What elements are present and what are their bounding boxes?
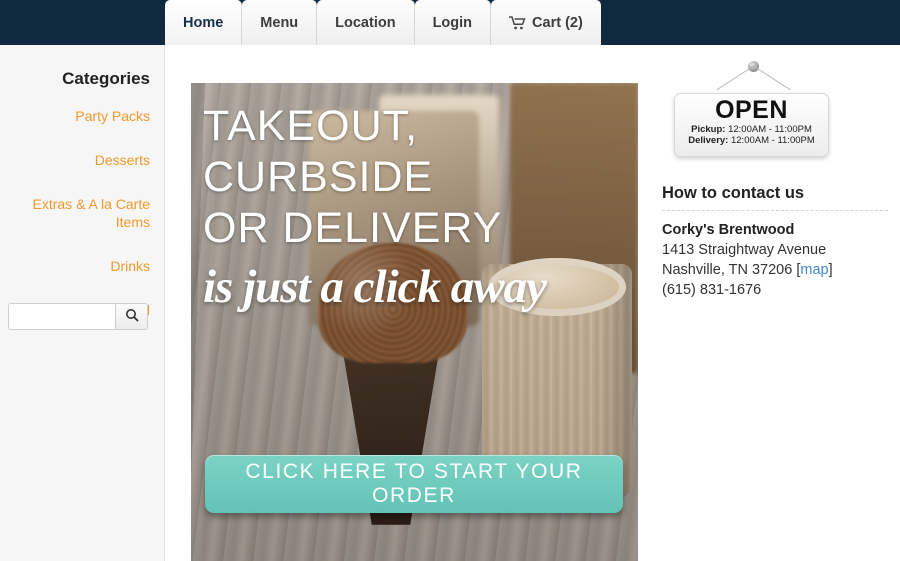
banner-script-line: is just a click away bbox=[203, 261, 547, 313]
page-root: Home Menu Location Login Cart (2) Catego… bbox=[0, 0, 900, 561]
search-icon bbox=[125, 308, 139, 325]
map-bracket-close: ] bbox=[828, 262, 833, 278]
nav-tab-login-label: Login bbox=[432, 14, 473, 31]
search-button[interactable] bbox=[115, 303, 148, 330]
search-form bbox=[8, 303, 148, 330]
info-sidebar: OPEN Pickup: 12:00AM - 11:00PM Delivery:… bbox=[650, 45, 900, 561]
contact-divider bbox=[662, 210, 888, 211]
category-sidebar: Categories Party Packs Desserts Extras &… bbox=[0, 45, 165, 561]
pickup-hours-row: Pickup: 12:00AM - 11:00PM bbox=[675, 124, 828, 135]
business-name: Corky's Brentwood bbox=[662, 222, 795, 238]
cart-icon bbox=[509, 15, 526, 30]
delivery-hours-row: Delivery: 12:00AM - 11:00PM bbox=[675, 135, 828, 146]
pickup-label: Pickup: bbox=[691, 124, 726, 135]
nav-tab-menu-label: Menu bbox=[260, 14, 299, 31]
delivery-label: Delivery: bbox=[688, 135, 729, 146]
nav-tab-location-label: Location bbox=[335, 14, 396, 31]
sidebar-item-drinks[interactable]: Drinks bbox=[8, 257, 150, 275]
sign-string-left bbox=[716, 65, 754, 91]
sidebar-item-desserts[interactable]: Desserts bbox=[8, 151, 150, 169]
search-input[interactable] bbox=[8, 303, 115, 330]
main-navigation: Home Menu Location Login Cart (2) bbox=[165, 0, 601, 45]
status-badge: OPEN bbox=[715, 96, 788, 124]
promo-banner[interactable]: TAKEOUT, CURBSIDE OR DELIVERY is just a … bbox=[191, 83, 638, 561]
nav-tab-home-label: Home bbox=[183, 14, 224, 31]
nav-tab-cart-label: Cart (2) bbox=[532, 14, 583, 31]
nav-tab-menu[interactable]: Menu bbox=[242, 0, 318, 45]
sidebar-item-extras-a-la-carte[interactable]: Extras & A la Carte Items bbox=[8, 195, 151, 231]
phone-number: (615) 831-1676 bbox=[662, 282, 762, 298]
delivery-hours: 12:00AM - 11:00PM bbox=[730, 135, 815, 146]
start-order-button[interactable]: CLICK HERE TO START YOUR ORDER bbox=[205, 455, 623, 513]
banner-line-3: OR DELIVERY bbox=[203, 204, 503, 252]
nav-tab-home[interactable]: Home bbox=[165, 0, 243, 45]
pickup-hours: 12:00AM - 11:00PM bbox=[728, 124, 812, 135]
city-state-zip: Nashville, TN 37206 bbox=[662, 262, 793, 278]
nav-tab-cart[interactable]: Cart (2) bbox=[491, 0, 601, 45]
banner-line-1: TAKEOUT, bbox=[203, 102, 419, 150]
main-content: TAKEOUT, CURBSIDE OR DELIVERY is just a … bbox=[165, 45, 650, 561]
map-link[interactable]: map bbox=[800, 262, 828, 278]
banner-line-2: CURBSIDE bbox=[203, 153, 434, 201]
open-status-sign: OPEN Pickup: 12:00AM - 11:00PM Delivery:… bbox=[662, 57, 900, 162]
address-line-1: 1413 Straightway Avenue bbox=[662, 242, 827, 258]
banner-headline: TAKEOUT, CURBSIDE OR DELIVERY is just a … bbox=[191, 83, 638, 318]
contact-heading: How to contact us bbox=[662, 184, 805, 202]
address-line-2: Nashville, TN 37206 [map] bbox=[662, 260, 888, 280]
sidebar-title: Categories bbox=[62, 69, 150, 88]
nav-tab-location[interactable]: Location bbox=[317, 0, 415, 45]
sign-plaque: OPEN Pickup: 12:00AM - 11:00PM Delivery:… bbox=[674, 93, 829, 157]
nav-tab-login[interactable]: Login bbox=[414, 0, 492, 45]
sidebar-item-party-packs[interactable]: Party Packs bbox=[8, 107, 150, 125]
sign-string-right bbox=[753, 65, 791, 91]
